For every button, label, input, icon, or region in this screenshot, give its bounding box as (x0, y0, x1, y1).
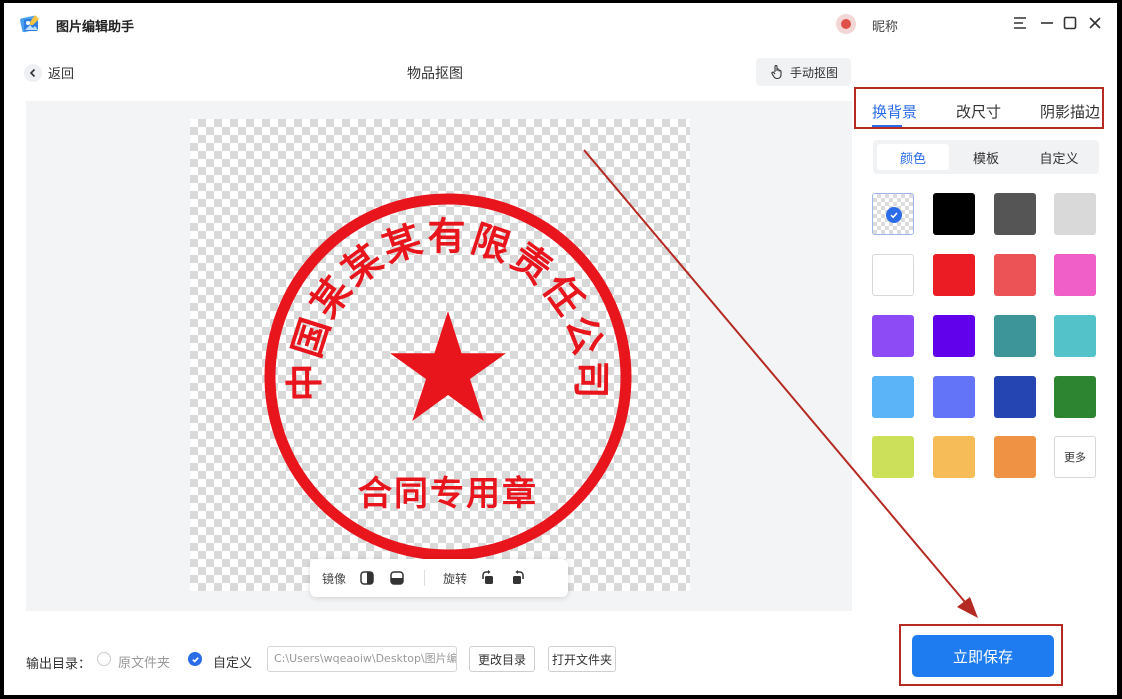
swatch-teal[interactable] (994, 315, 1036, 357)
swatch-light-gray[interactable] (1054, 193, 1096, 235)
page-title: 物品抠图 (407, 66, 463, 82)
background-subtabs: 颜色 模板 自定义 (873, 140, 1099, 174)
image-toolbar: 镜像 旋转 (310, 559, 568, 597)
swatch-yellow-orange[interactable] (933, 436, 975, 478)
swatch-cyan[interactable] (1054, 315, 1096, 357)
title-bar: 图片编辑助手 昵称 (4, 3, 1117, 45)
panel-tabs: 换背景 改尺寸 阴影描边 (854, 87, 1104, 129)
tab-change-background[interactable]: 换背景 (872, 101, 917, 122)
swatch-periwinkle[interactable] (933, 376, 975, 418)
minimize-icon[interactable] (1037, 13, 1057, 33)
swatch-purple[interactable] (933, 315, 975, 357)
check-icon (886, 207, 902, 223)
app-title: 图片编辑助手 (56, 20, 135, 35)
rotate-label: 旋转 (443, 571, 468, 586)
company-seal-image: 中国某某某有限责任公司 合同专用章 (264, 193, 632, 561)
mirror-horizontal-icon[interactable] (358, 569, 376, 587)
mirror-vertical-icon[interactable] (388, 569, 406, 587)
swatch-black[interactable] (933, 193, 975, 235)
manual-cutout-button[interactable]: 手动抠图 (756, 58, 851, 86)
radio-custom-folder[interactable] (188, 652, 202, 666)
manual-cutout-label: 手动抠图 (789, 65, 838, 80)
menu-icon[interactable] (1010, 13, 1030, 33)
change-dir-button[interactable]: 更改目录 (469, 646, 535, 672)
tab-resize[interactable]: 改尺寸 (956, 101, 1001, 122)
more-colors-button[interactable]: 更多 (1054, 436, 1096, 478)
swatch-sky-blue[interactable] (872, 376, 914, 418)
swatch-red[interactable] (933, 254, 975, 296)
hand-pointer-icon (771, 64, 782, 80)
app-window: 图片编辑助手 昵称 返回 物品抠图 手动抠图 中国某某某有限责任公司 合同专用章… (4, 3, 1117, 695)
active-tab-indicator (872, 125, 902, 127)
subtab-template[interactable]: 模板 (950, 144, 1022, 170)
user-nickname[interactable]: 昵称 (872, 16, 898, 35)
swatch-violet[interactable] (872, 315, 914, 357)
swatch-coral[interactable] (994, 254, 1036, 296)
close-icon[interactable] (1085, 13, 1105, 33)
output-dir-label: 输出目录： (26, 657, 92, 672)
swatch-transparent[interactable] (872, 193, 914, 235)
output-path-field[interactable]: C:\Users\wqeaoiw\Desktop\图片编 (267, 646, 457, 672)
custom-folder-label[interactable]: 自定义 (213, 652, 252, 671)
rotate-right-icon[interactable] (509, 569, 527, 587)
chevron-left-icon (24, 63, 42, 82)
swatch-orange[interactable] (994, 436, 1036, 478)
rotate-left-icon[interactable] (479, 569, 497, 587)
back-label: 返回 (48, 67, 75, 82)
swatch-pink[interactable] (1054, 254, 1096, 296)
transparent-canvas: 中国某某某有限责任公司 合同专用章 (190, 119, 690, 591)
avatar[interactable] (836, 14, 856, 34)
open-folder-button[interactable]: 打开文件夹 (548, 646, 616, 672)
radio-original-folder[interactable] (97, 652, 111, 666)
toolbar-divider (424, 570, 426, 586)
seal-bottom-text: 合同专用章 (358, 474, 538, 514)
swatch-green[interactable] (1054, 376, 1096, 418)
mirror-label: 镜像 (322, 571, 347, 586)
save-button[interactable]: 立即保存 (912, 635, 1054, 677)
swatch-royal-blue[interactable] (994, 376, 1036, 418)
tab-shadow-stroke[interactable]: 阴影描边 (1040, 101, 1100, 122)
subtab-custom[interactable]: 自定义 (1023, 144, 1095, 170)
swatch-dark-gray[interactable] (994, 193, 1036, 235)
back-button[interactable]: 返回 (24, 63, 74, 82)
more-colors-label: 更多 (1064, 451, 1086, 464)
swatch-white[interactable] (872, 254, 914, 296)
original-folder-label[interactable]: 原文件夹 (118, 652, 170, 671)
canvas-area: 中国某某某有限责任公司 合同专用章 镜像 旋转 (26, 101, 852, 611)
app-logo-icon (20, 15, 39, 33)
subtab-color[interactable]: 颜色 (877, 144, 949, 170)
maximize-icon[interactable] (1060, 13, 1080, 33)
swatch-lime[interactable] (872, 436, 914, 478)
